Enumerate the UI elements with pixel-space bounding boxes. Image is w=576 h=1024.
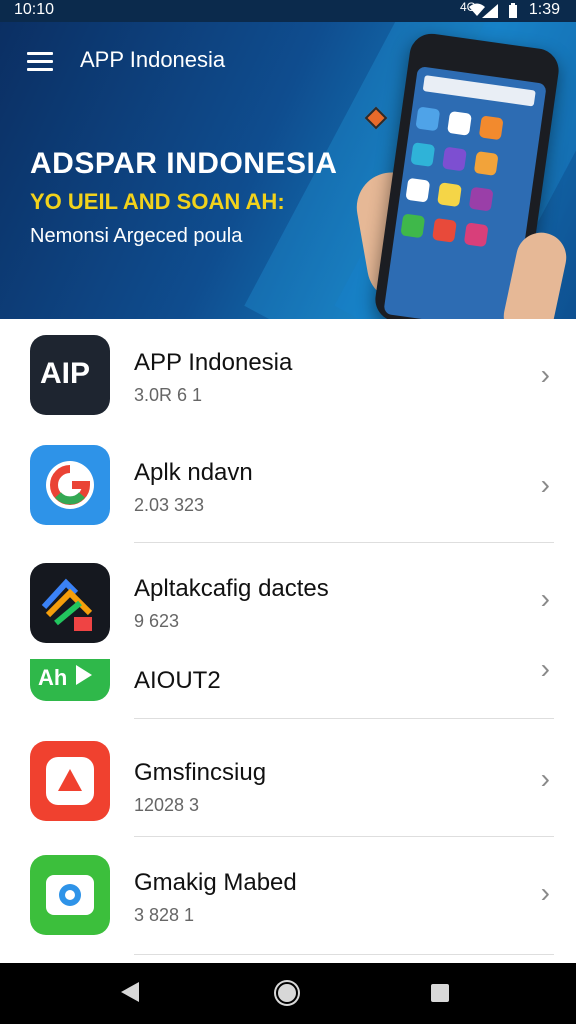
red-triangle-graphic [46, 757, 94, 805]
list-item[interactable]: Aplk ndavn 2.03 323 › [0, 445, 576, 541]
phone-app-tile [437, 182, 462, 208]
phone-app-tile [442, 146, 467, 172]
phone-app-tile [468, 186, 494, 212]
banner-tagline: YO UEIL AND SOAN AH: [30, 189, 285, 214]
battery-icon [509, 3, 517, 18]
phone-app-tile [400, 213, 426, 239]
list-divider [134, 836, 554, 837]
list-item[interactable]: Apltakcafig dactes 9 623 › [0, 563, 576, 659]
app-version: 3.0R 6 1 [134, 385, 203, 405]
phone-app-tile [478, 115, 504, 141]
list-item[interactable]: Gmsfincsiug 12028 3 › [0, 741, 576, 837]
app-title: APP Indonesia [80, 47, 226, 72]
aip-logo-text: AIP [40, 357, 91, 390]
list-item[interactable]: Gmakig Mabed 3 828 1 › [0, 855, 576, 951]
banner-subline: Nemonsi Argeced poula [30, 225, 243, 247]
app-name: Apltakcafig dactes [134, 575, 329, 602]
g-logo-icon [30, 445, 110, 525]
app-version: 3 828 1 [134, 905, 195, 925]
status-time-left: 10:10 [14, 1, 55, 18]
app-version: 2.03 323 [134, 495, 205, 515]
status-bar: 10:10 4G 1:39 [0, 0, 576, 22]
list-item[interactable]: Ah AIOUT2 › [0, 659, 576, 717]
red-triangle-icon [30, 741, 110, 821]
green-camera-graphic [46, 875, 94, 915]
app-name: Gmakig Mabed [134, 869, 297, 896]
chevron-right-icon: › [540, 583, 550, 614]
green-play-icon-text: Ah [38, 665, 68, 690]
signal-icon [482, 4, 498, 18]
recents-icon[interactable] [431, 984, 449, 1002]
chevron-right-icon: › [540, 359, 550, 390]
list-divider [134, 542, 554, 543]
app-version: 9 623 [134, 611, 180, 631]
app-list: AIP APP Indonesia 3.0R 6 1 › Aplk ndavn … [0, 319, 576, 963]
home-icon[interactable] [276, 982, 298, 1004]
chevron-right-icon: › [540, 877, 550, 908]
app-name: AIOUT2 [134, 667, 221, 694]
app-version: 12028 3 [134, 795, 200, 815]
phone-search-bar [422, 75, 536, 107]
phone-app-tile [410, 142, 436, 167]
green-camera-icon [30, 855, 110, 935]
chevron-right-icon: › [540, 659, 550, 684]
phone-app-tile [432, 217, 457, 243]
app-name: Aplk ndavn [134, 459, 253, 486]
network-type-label: 4G [459, 0, 476, 14]
system-nav-bar [0, 963, 576, 1024]
phone-app-tile [405, 177, 431, 203]
g-logo-graphic [46, 461, 94, 509]
status-time-right: 1:39 [528, 1, 560, 18]
phone-app-tile [463, 222, 489, 248]
app-name: Gmsfincsiug [134, 759, 267, 786]
banner-headline: ADSPAR INDONESIA [30, 147, 338, 180]
phone-app-tile [447, 110, 472, 136]
chevron-right-icon: › [540, 469, 550, 500]
phone-app-tile [415, 106, 441, 132]
hero-banner: APP Indonesia ADSPAR INDONESIA YO UEIL A… [0, 22, 576, 319]
green-play-icon: Ah [30, 659, 110, 701]
arrows-logo-icon [30, 563, 110, 643]
app-name: APP Indonesia [134, 349, 293, 376]
chevron-right-icon: › [540, 763, 550, 794]
back-icon[interactable] [121, 982, 139, 1002]
list-divider [134, 718, 554, 719]
arrows-logo-graphic [41, 578, 93, 631]
list-divider [134, 954, 554, 955]
list-item[interactable]: AIP APP Indonesia 3.0R 6 1 › [0, 335, 576, 431]
phone-app-tile [473, 151, 499, 176]
play-triangle-icon [76, 665, 92, 685]
hamburger-menu-icon[interactable] [27, 52, 53, 72]
aip-logo-icon: AIP [30, 335, 110, 415]
